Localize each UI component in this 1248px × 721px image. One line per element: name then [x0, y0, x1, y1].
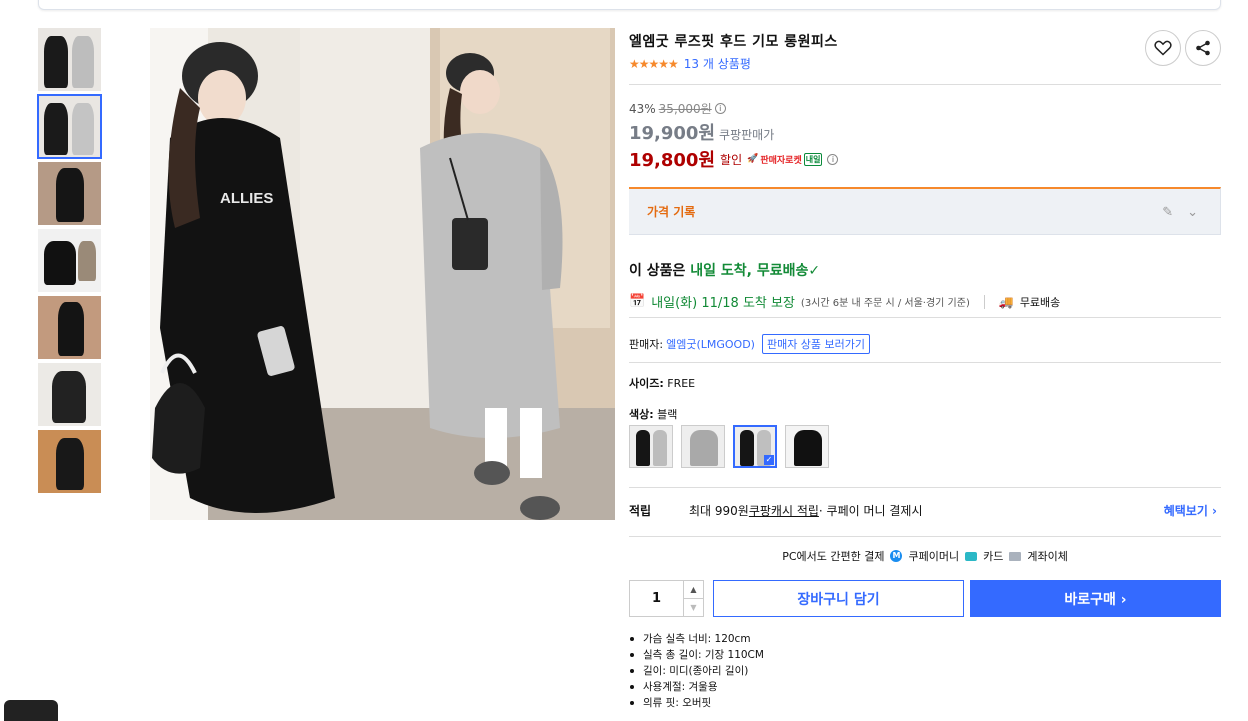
- spec-list: 가슴 실측 너비: 120cm 실측 총 길이: 기장 110CM 길이: 미디…: [629, 631, 764, 711]
- thumbnail-1[interactable]: [38, 28, 101, 91]
- rating-row: ★★★★★ 13 개 상품평: [629, 55, 751, 72]
- divider: [629, 362, 1221, 363]
- main-product-image: ALLIES: [150, 28, 615, 520]
- buy-now-button[interactable]: 바로구매 ›: [970, 580, 1221, 617]
- reward-label: 적립: [629, 504, 652, 518]
- divider: [629, 317, 1221, 318]
- coupang-price: 19,900원: [629, 123, 716, 144]
- delivery-head-prefix: 이 상품은: [629, 263, 691, 279]
- rating-stars: ★★★★★: [629, 56, 679, 71]
- wishlist-button[interactable]: [1145, 30, 1181, 66]
- seller-products-button[interactable]: 판매자 상품 보러가기: [761, 334, 871, 354]
- share-icon: [1196, 40, 1210, 56]
- divider: [629, 487, 1221, 488]
- price-history-panel[interactable]: 가격 기록 ✎ ⌄: [629, 187, 1221, 235]
- color-option: 색상: 블랙: [629, 406, 677, 422]
- bank-icon: [1009, 551, 1022, 561]
- thumbnail-5[interactable]: [38, 296, 101, 359]
- size-option: 사이즈: FREE: [629, 375, 695, 391]
- color-swatch-2[interactable]: [681, 425, 725, 468]
- share-button[interactable]: [1185, 30, 1221, 66]
- thumbnail-2[interactable]: [37, 94, 102, 159]
- free-shipping-label: 무료배송: [1019, 295, 1061, 309]
- reward-text-suffix: · 쿠페이 머니 결제시: [818, 504, 923, 518]
- rocket-icon: 🚀: [747, 154, 759, 164]
- chevron-down-icon[interactable]: ▼: [684, 599, 703, 616]
- delivery-condition: (3시간 6분 내 주문 시 / 서울·경기 기준): [800, 298, 970, 309]
- truck-icon: 🚚: [998, 294, 1014, 309]
- thumbnail-6[interactable]: [38, 363, 101, 426]
- price-block: 43% 35,000원 i 19,900원 쿠팡판매가 19,800원 할인 🚀…: [629, 100, 839, 172]
- sale-label: 할인: [720, 152, 743, 167]
- check-icon: ✓: [808, 263, 821, 279]
- coupang-cash-link[interactable]: 쿠팡캐시 적립: [749, 502, 819, 519]
- thumbnail-3[interactable]: [38, 162, 101, 225]
- color-value: 블랙: [657, 408, 678, 421]
- naeil-badge: 내일: [803, 152, 823, 166]
- delivery-row: 📅 내일(화) 11/18 도착 보장 (3시간 6분 내 주문 시 / 서울·…: [629, 292, 1060, 311]
- delivery-headline: 이 상품은 내일 도착, 무료배송✓: [629, 260, 820, 280]
- rocket-label: 판매자로켓: [760, 155, 802, 166]
- seller-rocket-badge: 🚀 판매자로켓 내일: [747, 152, 823, 166]
- heart-icon: [1154, 40, 1172, 56]
- add-to-cart-button[interactable]: 장바구니 담기: [713, 580, 964, 617]
- delivery-head-green: 내일 도착, 무료배송: [690, 263, 809, 279]
- divider: [629, 536, 1221, 537]
- color-swatch-1[interactable]: [629, 425, 673, 468]
- size-label: 사이즈:: [629, 377, 664, 390]
- card-label: 카드: [983, 550, 1004, 563]
- payment-title: PC에서도 간편한 결제: [782, 550, 885, 563]
- coupay-label: 쿠페이머니: [908, 550, 960, 563]
- quantity-value[interactable]: 1: [630, 581, 683, 616]
- discount-rate: 43%: [629, 101, 656, 116]
- seller-label: 판매자:: [629, 338, 664, 351]
- thumbnail-list: [37, 28, 102, 497]
- thumbnail-7[interactable]: [38, 430, 101, 493]
- calendar-icon: 📅: [629, 294, 646, 309]
- original-price: 35,000원: [658, 102, 712, 116]
- reward-row: 적립 최대 990원 쿠팡캐시 적립 · 쿠페이 머니 결제시 혜택보기 ›: [629, 502, 1221, 519]
- reward-text: 최대 990원: [689, 504, 749, 518]
- coupang-price-label: 쿠팡판매가: [719, 128, 775, 142]
- divider: [629, 84, 1221, 85]
- list-item: 실측 총 길이: 기장 110CM: [629, 647, 764, 663]
- floating-widget[interactable]: [4, 700, 58, 721]
- seller-row: 판매자: 엘엠굿(LMGOOD) 판매자 상품 보러가기: [629, 334, 871, 354]
- pencil-icon[interactable]: ✎: [1162, 205, 1173, 220]
- seller-name-link[interactable]: 엘엠굿(LMGOOD): [666, 336, 755, 352]
- thumbnail-4[interactable]: [38, 229, 101, 292]
- hoodie-print: ALLIES: [220, 190, 273, 207]
- list-item: 가슴 실측 너비: 120cm: [629, 631, 764, 647]
- review-count-link[interactable]: 13 개 상품평: [684, 55, 751, 72]
- price-history-label: 가격 기록: [647, 205, 696, 219]
- sale-price: 19,800원: [629, 150, 716, 171]
- color-swatch-4[interactable]: [785, 425, 829, 468]
- list-item: 길이: 미디(종아리 길이): [629, 663, 764, 679]
- coupay-icon: M: [890, 550, 903, 562]
- product-title: 엘엠굿 루즈핏 후드 기모 롱원피스: [629, 34, 838, 50]
- list-item: 사용계절: 겨울용: [629, 679, 764, 695]
- info-icon[interactable]: i: [714, 103, 726, 114]
- benefits-link[interactable]: 혜택보기 ›: [1164, 502, 1217, 519]
- chevron-down-icon[interactable]: ⌄: [1187, 205, 1198, 220]
- check-icon: ✓: [764, 455, 774, 465]
- list-item: 의류 핏: 오버핏: [629, 695, 764, 711]
- info-icon[interactable]: i: [827, 153, 839, 165]
- top-panel-edge: [38, 0, 1221, 10]
- card-icon: [965, 551, 978, 561]
- color-swatches: ✓: [629, 425, 829, 468]
- product-photo: ALLIES: [150, 28, 615, 520]
- bank-label: 계좌이체: [1027, 550, 1068, 563]
- color-swatch-3-selected[interactable]: ✓: [733, 425, 777, 468]
- delivery-date: 내일(화) 11/18 도착 보장: [651, 296, 795, 311]
- color-label: 색상:: [629, 408, 654, 421]
- size-value: FREE: [667, 377, 696, 390]
- payment-methods: PC에서도 간편한 결제 M 쿠페이머니 카드 계좌이체: [629, 548, 1221, 564]
- quantity-stepper[interactable]: 1 ▲ ▼: [629, 580, 704, 617]
- divider: [983, 294, 985, 309]
- chevron-up-icon[interactable]: ▲: [684, 581, 703, 599]
